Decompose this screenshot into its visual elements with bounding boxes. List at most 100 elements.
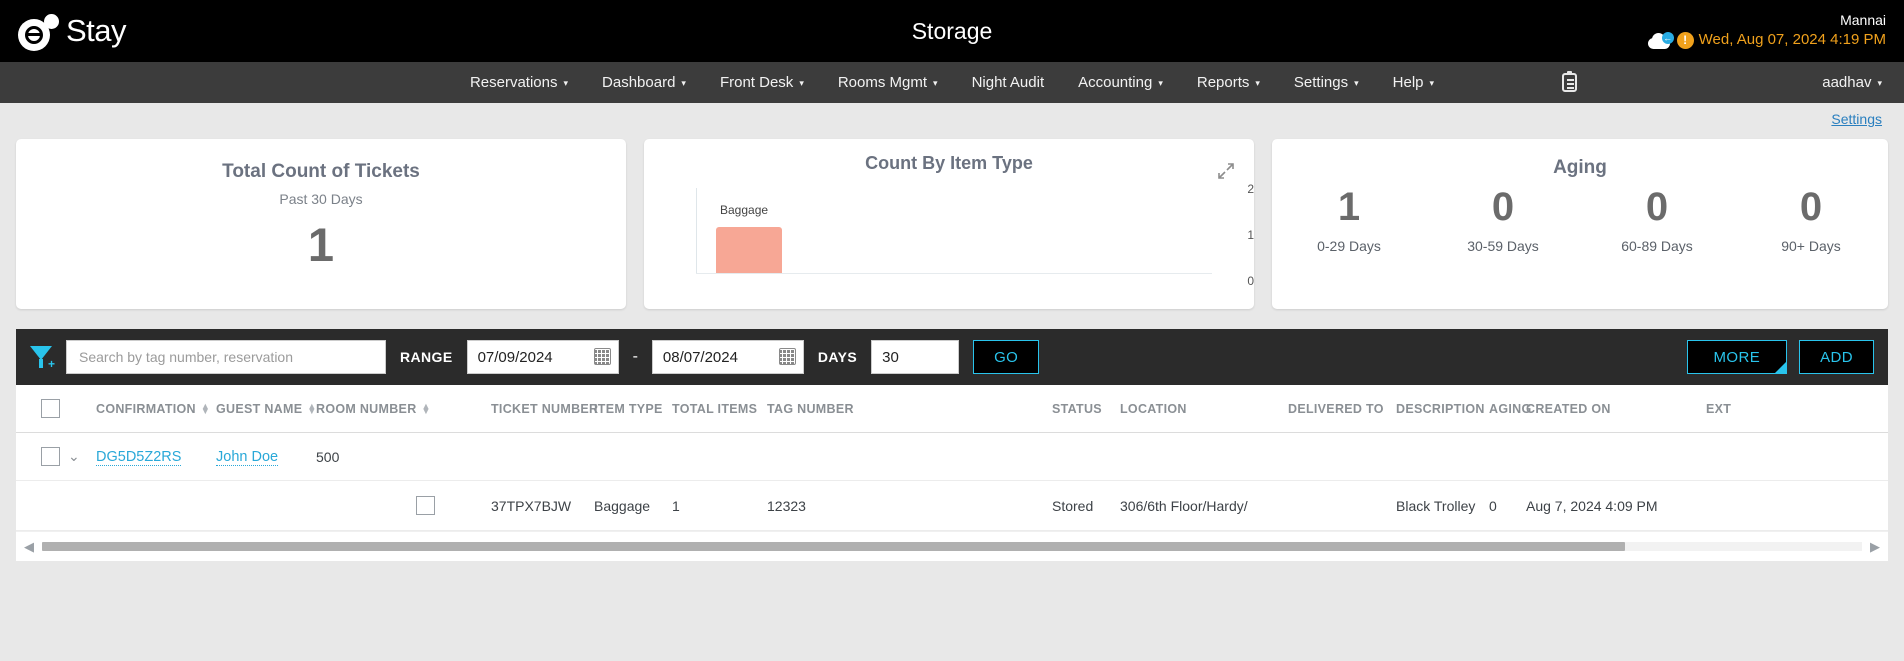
- estay-logo-icon: [18, 11, 64, 51]
- horizontal-scrollbar[interactable]: ◀ ▶: [16, 531, 1888, 561]
- cell-guest-name: John Doe: [216, 448, 316, 466]
- more-button[interactable]: MORE: [1686, 340, 1788, 374]
- settings-link[interactable]: Settings: [1831, 111, 1882, 127]
- more-corner-indicator: [1775, 362, 1787, 373]
- bar-data-label: Baggage: [720, 203, 769, 217]
- header-status[interactable]: STATUS: [1052, 402, 1120, 416]
- card-aging: Aging 1 0-29 Days 0 30-59 Days 0 60-89 D…: [1272, 139, 1888, 309]
- header-guest-name[interactable]: GUEST NAME ▲ ▼: [216, 401, 316, 416]
- main-navigation: Reservations ▾ Dashboard ▾ Front Desk ▾ …: [0, 62, 1904, 103]
- sort-icon[interactable]: ▲ ▼: [201, 401, 210, 415]
- row-expander-cell: ⌄: [68, 448, 96, 466]
- scroll-right-arrow[interactable]: ▶: [1870, 539, 1880, 555]
- search-input[interactable]: [66, 340, 386, 374]
- go-button[interactable]: GO: [973, 340, 1040, 374]
- scroll-track[interactable]: [42, 542, 1862, 551]
- settings-row: Settings: [0, 103, 1904, 139]
- y-tick-label: 0: [1247, 274, 1254, 288]
- header-confirmation[interactable]: CONFIRMATION ▲ ▼: [96, 401, 216, 416]
- table-row[interactable]: ⌄ DG5D5Z2RS John Doe 500: [16, 433, 1888, 481]
- card-title: Aging: [1553, 157, 1607, 178]
- row-select-cell: [16, 447, 68, 466]
- date-to-field[interactable]: [651, 340, 804, 374]
- chevron-down-icon: ▾: [681, 78, 686, 88]
- nav-item-settings[interactable]: Settings ▾: [1277, 64, 1376, 101]
- cell-item-type: Baggage: [594, 497, 651, 514]
- filter-add-icon[interactable]: +: [30, 344, 55, 371]
- nav-item-reports[interactable]: Reports ▾: [1180, 64, 1277, 101]
- chevron-down-icon: ▾: [1354, 78, 1359, 88]
- nav-label: Night Audit: [971, 74, 1045, 91]
- nav-item-accounting[interactable]: Accounting ▾: [1061, 64, 1180, 101]
- aging-bucket-60-89: 0 60-89 Days: [1580, 185, 1734, 254]
- expand-icon[interactable]: [1216, 161, 1236, 181]
- header-item-type[interactable]: ITEM TYPE: [594, 402, 672, 416]
- select-all-checkbox[interactable]: [41, 399, 60, 418]
- card-total-tickets: Total Count of Tickets Past 30 Days 1: [16, 139, 626, 309]
- app-logo[interactable]: Stay: [18, 11, 127, 51]
- nav-item-dashboard[interactable]: Dashboard ▾: [585, 64, 703, 101]
- cell-ticket-number: 37TPX7BJW: [491, 497, 572, 514]
- cell-confirmation: DG5D5Z2RS: [96, 448, 216, 466]
- header-aging[interactable]: AGING: [1489, 402, 1531, 416]
- add-button[interactable]: ADD: [1799, 340, 1874, 374]
- nav-label: Front Desk: [719, 74, 794, 91]
- nav-item-rooms-mgmt[interactable]: Rooms Mgmt ▾: [821, 64, 955, 101]
- total-tickets-value: 1: [307, 218, 335, 271]
- top-bar: Stay Storage Mannai ← ! Wed, Aug 07, 202…: [0, 0, 1904, 62]
- header-created-on[interactable]: CREATED ON: [1526, 402, 1706, 416]
- card-count-by-item-type: Count By Item Type 2 1 0 Baggage: [644, 139, 1254, 309]
- aging-value: 0: [1491, 185, 1515, 229]
- table-row[interactable]: 37TPX7BJW Baggage 1 12323 Stored 306/6th…: [16, 481, 1888, 531]
- nav-items: Reservations ▾ Dashboard ▾ Front Desk ▾ …: [453, 64, 1451, 101]
- nav-right: aadhav ▾: [1562, 64, 1904, 101]
- header-delivered-to[interactable]: DELIVERED TO: [1288, 402, 1396, 416]
- tenant-name: Mannai: [1840, 11, 1886, 28]
- summary-cards: Total Count of Tickets Past 30 Days 1 Co…: [0, 139, 1904, 309]
- header-ticket-number[interactable]: TICKET NUMBER: [491, 402, 598, 416]
- days-input[interactable]: [871, 340, 960, 374]
- sub-row-select-cell: [316, 496, 491, 515]
- scroll-left-arrow[interactable]: ◀: [24, 539, 34, 555]
- date-from-field[interactable]: [466, 340, 619, 374]
- cloud-sync-icon[interactable]: ←: [1647, 31, 1674, 49]
- chevron-down-icon: ▾: [1429, 78, 1435, 88]
- header-tag-number[interactable]: TAG NUMBER: [767, 402, 1052, 416]
- nav-item-night-audit[interactable]: Night Audit: [955, 64, 1062, 101]
- nav-item-help[interactable]: Help ▾: [1376, 64, 1451, 101]
- chevron-down-icon: ▾: [1255, 78, 1260, 88]
- header-location[interactable]: LOCATION: [1120, 402, 1288, 416]
- chevron-down-icon[interactable]: ⌄: [68, 448, 80, 464]
- confirmation-link[interactable]: DG5D5Z2RS: [96, 448, 182, 466]
- chevron-down-icon: ▾: [563, 78, 569, 88]
- y-tick-label: 2: [1247, 182, 1254, 196]
- nav-label: Help: [1392, 74, 1424, 91]
- cell-total-items: 1: [672, 497, 680, 514]
- clipboard-icon[interactable]: [1562, 71, 1578, 92]
- guest-name-link[interactable]: John Doe: [216, 448, 279, 466]
- header-description[interactable]: DESCRIPTION: [1396, 402, 1489, 416]
- alert-icon[interactable]: !: [1676, 32, 1694, 50]
- logo-text: Stay: [66, 13, 127, 48]
- header-total-items[interactable]: TOTAL ITEMS: [672, 402, 767, 416]
- user-menu[interactable]: aadhav ▾: [1812, 64, 1904, 101]
- nav-label: Accounting: [1078, 74, 1153, 91]
- calendar-icon[interactable]: [593, 348, 611, 365]
- cell-aging: 0: [1489, 497, 1497, 514]
- nav-item-reservations[interactable]: Reservations ▾: [453, 64, 585, 101]
- bar-baggage[interactable]: [716, 227, 782, 273]
- sort-icon[interactable]: ▲ ▼: [422, 401, 431, 415]
- header-label: ROOM NUMBER: [316, 401, 417, 416]
- scroll-thumb[interactable]: [42, 542, 1626, 551]
- nav-label: Reservations: [469, 74, 558, 91]
- row-checkbox[interactable]: [41, 447, 60, 466]
- nav-item-front-desk[interactable]: Front Desk ▾: [703, 64, 821, 101]
- nav-label: Rooms Mgmt: [837, 74, 928, 91]
- cell-room-number: 500: [316, 448, 340, 465]
- header-label: CONFIRMATION: [96, 401, 196, 416]
- sub-row-checkbox[interactable]: [416, 496, 435, 515]
- header-room-number[interactable]: ROOM NUMBER ▲ ▼: [316, 401, 491, 416]
- card-subtitle: Past 30 Days: [279, 191, 363, 207]
- header-ext[interactable]: EXT: [1706, 402, 1746, 416]
- calendar-icon[interactable]: [778, 348, 796, 365]
